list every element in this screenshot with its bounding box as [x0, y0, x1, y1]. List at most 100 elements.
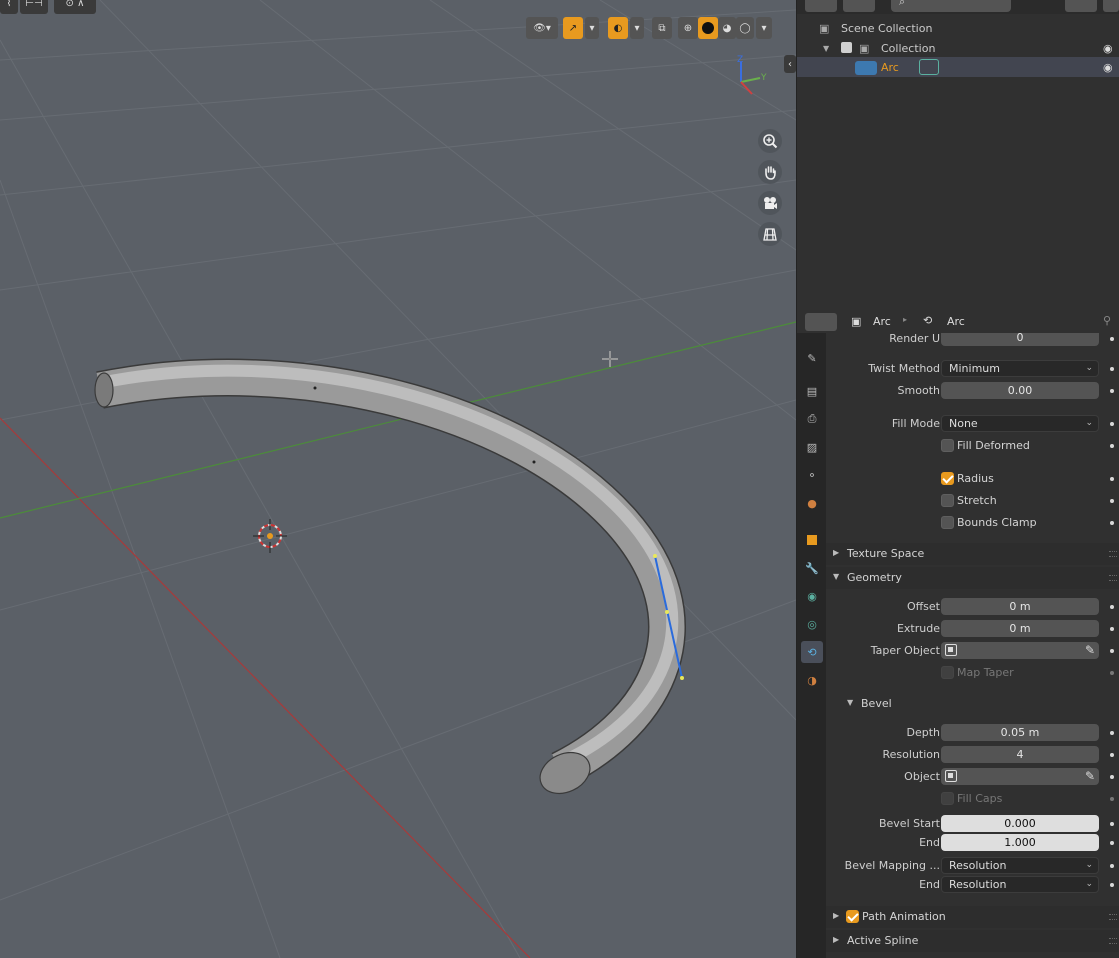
bevel-mapping-end-dropdown[interactable]: Resolution ⌄ — [941, 876, 1099, 893]
sidebar-toggle-icon[interactable]: ‹ — [784, 55, 796, 73]
display-mode-dropdown[interactable] — [805, 0, 837, 12]
navigation-gizmo[interactable]: Z Y — [737, 55, 767, 95]
fill-mode-dropdown[interactable]: None ⌄ — [941, 415, 1099, 432]
fill-caps-checkbox[interactable] — [941, 792, 954, 805]
collection-eye-icon[interactable]: ◉ — [1103, 42, 1113, 55]
solid-shading-icon[interactable] — [698, 17, 718, 39]
bevel-start-field[interactable]: 0.000 — [941, 815, 1099, 832]
geometry-panel-header[interactable]: ▼ Geometry — [826, 567, 1119, 589]
texture-space-panel-header[interactable]: ▶ Texture Space — [826, 543, 1119, 565]
tool-tab-icon[interactable]: ✎ — [801, 347, 823, 369]
drag-grip-icon[interactable] — [1109, 551, 1117, 557]
render-tab-icon[interactable]: ▤ — [801, 380, 823, 402]
resolution-field[interactable]: 4 — [941, 746, 1099, 763]
radius-checkbox[interactable] — [941, 472, 954, 485]
outliner-row-scene-collection[interactable]: ▣ Scene Collection — [797, 18, 1119, 38]
new-collection-icon[interactable] — [1103, 0, 1119, 12]
stretch-checkbox[interactable] — [941, 494, 954, 507]
fill-deformed-checkbox[interactable] — [941, 439, 954, 452]
smooth-field[interactable]: 0.00 — [941, 382, 1099, 399]
keyframe-dot-icon[interactable] — [1110, 444, 1114, 448]
eyedropper-icon[interactable]: ✎ — [1085, 769, 1095, 783]
collection-checkbox[interactable] — [841, 42, 852, 53]
scene-tab-icon[interactable]: ⚬ — [801, 464, 823, 486]
view-layer-tab-icon[interactable]: ▨ — [801, 436, 823, 458]
keyframe-dot-icon[interactable] — [1110, 671, 1114, 675]
curve-data-tab-icon[interactable]: ⟲ — [801, 641, 823, 663]
offset-field[interactable]: 0 m — [941, 598, 1099, 615]
filter-dropdown[interactable] — [843, 0, 875, 12]
keyframe-dot-icon[interactable] — [1110, 775, 1114, 779]
3d-viewport[interactable]: Z Y ⌇ ⊢⊣ ⊙ ∧ 👁▾ ↗ ▾ ◐ ▾ ⧉ ⊕ ◕ ◯ ▾ ‹ — [0, 0, 796, 958]
active-spline-panel-header[interactable]: ▶ Active Spline — [826, 930, 1119, 952]
arc-eye-icon[interactable]: ◉ — [1103, 61, 1113, 74]
keyframe-dot-icon[interactable] — [1110, 627, 1114, 631]
outliner-row-collection[interactable]: ▼ ▣ Collection ◉ — [797, 38, 1119, 58]
overlay-dropdown-icon[interactable]: ▾ — [630, 17, 644, 39]
keyframe-dot-icon[interactable] — [1110, 649, 1114, 653]
output-tab-icon[interactable]: ⎙ — [801, 408, 823, 430]
twist-method-dropdown[interactable]: Minimum ⌄ — [941, 360, 1099, 377]
zoom-icon[interactable] — [758, 129, 782, 153]
rendered-shading-icon[interactable]: ◯ — [736, 17, 754, 39]
keyframe-dot-icon[interactable] — [1110, 753, 1114, 757]
keyframe-dot-icon[interactable] — [1110, 797, 1114, 801]
curve-data-icon[interactable] — [919, 59, 939, 75]
outliner-panel[interactable]: ⌕ ▣ Scene Collection ▼ ▣ Collection ◉ Ar… — [796, 0, 1119, 311]
path-animation-checkbox[interactable] — [846, 910, 859, 923]
expand-arrow-icon[interactable]: ▼ — [823, 44, 829, 53]
arc-curve-object[interactable] — [94, 358, 686, 802]
keyframe-dot-icon[interactable] — [1110, 731, 1114, 735]
bevel-subpanel-header[interactable]: ▼ Bevel — [826, 694, 1119, 714]
drag-grip-icon[interactable] — [1109, 914, 1117, 920]
outliner-row-arc[interactable]: Arc ◉ — [797, 57, 1119, 77]
editor-type-dropdown[interactable] — [805, 313, 837, 331]
wireframe-shading-icon[interactable]: ⊕ — [678, 17, 698, 39]
keyframe-dot-icon[interactable] — [1110, 337, 1114, 341]
pin-icon[interactable]: ⚲ — [1103, 314, 1111, 327]
pan-hand-icon[interactable] — [758, 160, 782, 184]
camera-icon[interactable] — [758, 191, 782, 215]
funnel-filter-icon[interactable] — [1065, 0, 1097, 12]
drag-grip-icon[interactable] — [1109, 575, 1117, 581]
particles-tab-icon[interactable]: ◉ — [801, 585, 823, 607]
visibility-icon[interactable]: 👁▾ — [526, 17, 558, 39]
overlay-icon[interactable]: ◐ — [608, 17, 628, 39]
depth-field[interactable]: 0.05 m — [941, 724, 1099, 741]
render-u-field[interactable]: 0 — [941, 333, 1099, 346]
eyedropper-icon[interactable]: ✎ — [1085, 643, 1095, 657]
keyframe-dot-icon[interactable] — [1110, 367, 1114, 371]
bevel-end-field[interactable]: 1.000 — [941, 834, 1099, 851]
path-animation-panel-header[interactable]: ▶ Path Animation — [826, 906, 1119, 928]
gizmo-dropdown-icon[interactable]: ▾ — [585, 17, 599, 39]
taper-object-field[interactable]: ✎ — [941, 642, 1099, 659]
material-tab-icon[interactable]: ◑ — [801, 669, 823, 691]
bounds-clamp-checkbox[interactable] — [941, 516, 954, 529]
snap-dropdown[interactable]: ⊢⊣ — [20, 0, 48, 14]
keyframe-dot-icon[interactable] — [1110, 605, 1114, 609]
keyframe-dot-icon[interactable] — [1110, 499, 1114, 503]
world-tab-icon[interactable]: ● — [801, 492, 823, 514]
shading-dropdown-icon[interactable]: ▾ — [756, 17, 772, 39]
object-tab-icon[interactable] — [801, 529, 823, 551]
keyframe-dot-icon[interactable] — [1110, 864, 1114, 868]
3d-cursor-icon[interactable] — [253, 519, 287, 553]
keyframe-dot-icon[interactable] — [1110, 521, 1114, 525]
drag-grip-icon[interactable] — [1109, 938, 1117, 944]
viewport-scene[interactable]: Z Y — [0, 0, 796, 958]
keyframe-dot-icon[interactable] — [1110, 883, 1114, 887]
keyframe-dot-icon[interactable] — [1110, 841, 1114, 845]
xray-icon[interactable]: ⧉ — [652, 17, 672, 39]
keyframe-dot-icon[interactable] — [1110, 822, 1114, 826]
transform-icon[interactable]: ⌇ — [0, 0, 18, 14]
grid-ortho-icon[interactable] — [758, 222, 782, 246]
keyframe-dot-icon[interactable] — [1110, 389, 1114, 393]
map-taper-checkbox[interactable] — [941, 666, 954, 679]
keyframe-dot-icon[interactable] — [1110, 477, 1114, 481]
bevel-mapping-start-dropdown[interactable]: Resolution ⌄ — [941, 857, 1099, 874]
bevel-object-field[interactable]: ✎ — [941, 768, 1099, 785]
modifier-tab-icon[interactable]: 🔧 — [801, 557, 823, 579]
outliner-search-input[interactable]: ⌕ — [891, 0, 1011, 12]
keyframe-dot-icon[interactable] — [1110, 422, 1114, 426]
material-shading-icon[interactable]: ◕ — [718, 17, 736, 39]
